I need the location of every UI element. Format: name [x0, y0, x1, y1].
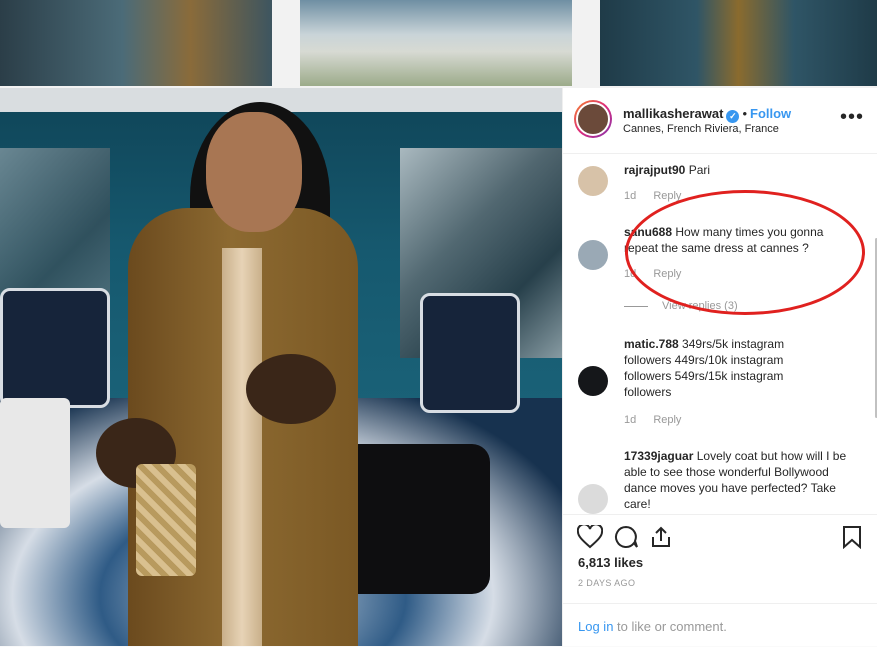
follow-button[interactable]: Follow [750, 106, 791, 121]
post-modal: mallikasherawat ✓ • Follow Cannes, French R… [0, 88, 877, 646]
grid-thumbnail[interactable] [300, 0, 572, 86]
reply-button[interactable]: Reply [653, 414, 681, 426]
verified-icon: ✓ [726, 110, 740, 123]
replies-divider [624, 305, 648, 307]
comment-username[interactable]: rajrajput90 [624, 163, 685, 177]
comment-username[interactable]: sanu688 [624, 225, 672, 239]
login-suffix: to like or comment. [613, 619, 727, 634]
comments-list[interactable]: rajrajput90 Pari 1d Reply sanu688 How ma… [563, 154, 877, 514]
login-prompt: Log in to like or comment. [563, 603, 877, 647]
avatar[interactable] [574, 100, 612, 138]
post-timestamp: 2 DAYS AGO [578, 578, 636, 588]
reply-button[interactable]: Reply [653, 268, 681, 280]
comment-age: 1d [624, 414, 637, 426]
heart-icon[interactable] [577, 525, 603, 549]
view-replies-label: View replies (3) [662, 300, 738, 312]
more-icon[interactable]: ••• [840, 106, 864, 129]
post-side-panel: mallikasherawat ✓ • Follow Cannes, French R… [562, 88, 877, 646]
photo-coat-trim [222, 248, 262, 646]
comment-username[interactable]: 17339jaguar [624, 449, 693, 463]
reply-button[interactable]: Reply [653, 190, 681, 202]
username-link[interactable]: mallikasherawat [623, 106, 723, 121]
login-link[interactable]: Log in [578, 619, 613, 634]
comment-age: 1d [624, 268, 637, 280]
location-link[interactable]: Cannes, French Riviera, France [623, 123, 779, 135]
photo-face [206, 112, 302, 232]
commenter-avatar[interactable] [578, 366, 608, 396]
photo-clutch [136, 464, 196, 576]
post-photo[interactable] [0, 88, 562, 646]
photo-chair-left [0, 288, 110, 408]
post-header: mallikasherawat ✓ • Follow Cannes, French R… [563, 88, 877, 154]
photo-sofa [0, 398, 70, 528]
grid-thumbnail[interactable] [600, 0, 877, 86]
comment-username[interactable]: matic.788 [624, 337, 679, 351]
comment-icon[interactable] [613, 525, 639, 549]
bookmark-icon[interactable] [841, 525, 863, 549]
photo-fur-cuff [246, 354, 336, 424]
commenter-avatar[interactable] [578, 240, 608, 270]
feed-background [0, 0, 877, 88]
share-icon[interactable] [649, 525, 673, 549]
comment-text: Pari [688, 163, 711, 177]
grid-thumbnail[interactable] [0, 0, 272, 86]
photo-chair-right [420, 293, 520, 413]
commenter-avatar[interactable] [578, 484, 608, 514]
view-replies-button[interactable]: View replies (3) [624, 300, 738, 312]
likes-count[interactable]: 6,813 likes [578, 555, 643, 570]
post-actions: 6,813 likes 2 DAYS AGO Log in to like or… [563, 514, 877, 646]
commenter-avatar[interactable] [578, 166, 608, 196]
comment-age: 1d [624, 190, 637, 202]
separator-dot: • [742, 106, 748, 121]
